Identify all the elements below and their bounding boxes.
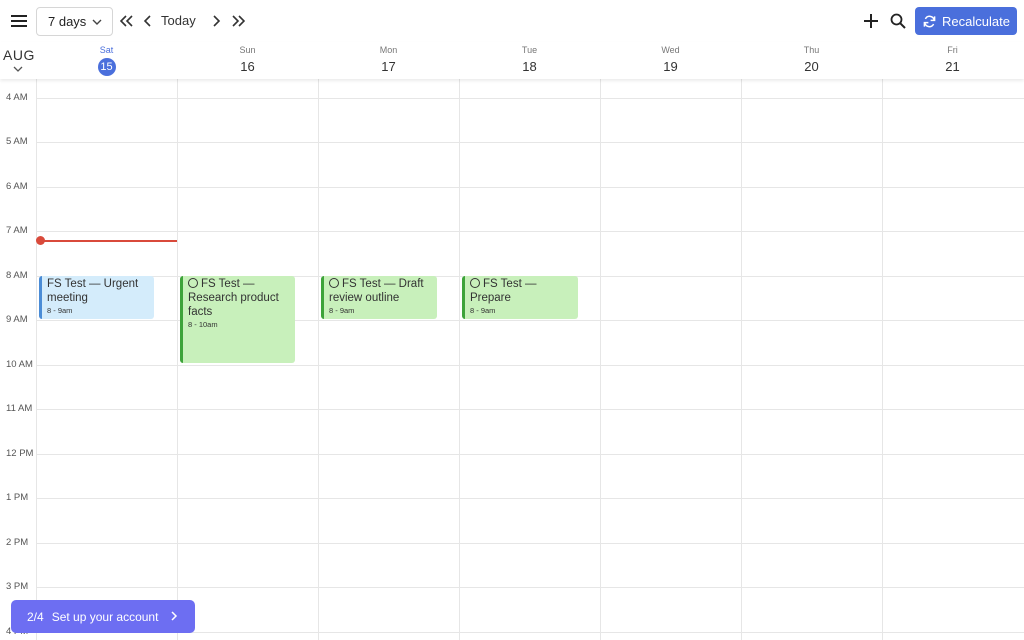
day-number: 21 [945,59,960,74]
day-number: 18 [522,59,537,74]
plus-icon[interactable] [860,10,882,32]
event-title: FS Test — Draft review outline [329,277,433,305]
recalculate-button[interactable]: Recalculate [915,7,1017,35]
day-header-mon[interactable]: Mon 17 [318,45,459,76]
setup-steps-count: 2/4 [27,609,44,624]
time-label: 5 AM [6,136,28,147]
hour-line [36,454,1024,455]
hour-line [36,587,1024,588]
time-label: 8 AM [6,270,28,281]
chevron-left-icon[interactable] [139,11,157,31]
day-name: Wed [661,45,680,55]
event-time: 8 - 9am [329,306,355,315]
column-divider [882,79,883,640]
event-research-product-facts[interactable]: FS Test — Research product facts 8 - 10a… [180,276,295,363]
hour-line [36,365,1024,366]
chevron-down-icon[interactable] [12,63,24,75]
column-divider [318,79,319,640]
day-number: 20 [804,59,819,74]
event-prepare[interactable]: FS Test — Prepare 8 - 9am [462,276,578,319]
setup-account-banner[interactable]: 2/4 Set up your account [11,600,195,633]
day-header-wed[interactable]: Wed 19 [600,45,741,76]
chevron-right-icon [171,611,178,621]
task-checkbox-icon[interactable] [188,278,198,288]
event-title: FS Test — Urgent meeting [47,278,139,304]
hour-line [36,187,1024,188]
chevron-right-icon[interactable] [207,11,225,31]
setup-banner-label: Set up your account [51,609,159,624]
time-label: 1 PM [6,492,29,503]
day-name: Fri [947,45,958,55]
column-divider [459,79,460,640]
time-label: 9 AM [6,314,28,325]
day-number: 17 [381,59,396,74]
hour-line [36,98,1024,99]
day-header: AUG Sat 15 Sun 16 Mon 17 Tue 18 Wed 19 T… [0,42,1024,79]
time-label: 7 AM [6,225,28,236]
month-label: AUG [3,47,35,63]
today-button[interactable]: Today [161,13,196,28]
event-time: 8 - 9am [47,306,73,315]
day-number: 15 [97,58,116,76]
day-number: 19 [663,59,678,74]
day-name: Sun [239,45,256,55]
toolbar: 7 days Today Recalculate [0,0,1024,42]
time-label: 3 PM [6,581,29,592]
time-label: 2 PM [6,537,29,548]
hour-line [36,409,1024,410]
day-header-sat[interactable]: Sat 15 [36,45,177,76]
hour-line [36,142,1024,143]
event-title-text: FS Test — Draft review outline [329,278,424,304]
hamburger-menu-icon[interactable] [8,10,30,32]
recalculate-label: Recalculate [942,13,1010,29]
time-label: 10 AM [6,359,33,370]
view-range-select[interactable]: 7 days [36,7,113,36]
event-time: 8 - 9am [470,306,496,315]
time-label: 4 AM [6,92,28,103]
refresh-icon [923,15,936,27]
day-number: 16 [240,59,255,74]
column-divider [177,79,178,640]
hour-line [36,498,1024,499]
column-divider [741,79,742,640]
chevron-down-icon [92,19,102,25]
calendar-grid[interactable]: 4 AM 5 AM 6 AM 7 AM 8 AM 9 AM 10 AM 11 A… [0,79,1024,640]
day-header-fri[interactable]: Fri 21 [882,45,1023,76]
day-name: Sat [99,45,114,55]
day-header-thu[interactable]: Thu 20 [741,45,882,76]
time-label: 12 PM [6,448,34,459]
day-name: Mon [379,45,398,55]
task-checkbox-icon[interactable] [470,278,480,288]
event-draft-review-outline[interactable]: FS Test — Draft review outline 8 - 9am [321,276,437,319]
view-range-value: 7 days [48,14,87,29]
current-time-line [40,240,177,242]
task-checkbox-icon[interactable] [329,278,339,288]
event-title-text: FS Test — Research product facts [188,278,279,318]
event-title: FS Test — Research product facts [188,277,291,319]
event-time: 8 - 10am [188,320,218,329]
column-divider [600,79,601,640]
event-title: FS Test — Prepare [470,277,574,305]
hour-line [36,543,1024,544]
day-name: Thu [803,45,820,55]
double-chevron-right-icon[interactable] [229,11,247,31]
current-time-dot [36,236,45,245]
time-label: 6 AM [6,181,28,192]
event-urgent-meeting[interactable]: FS Test — Urgent meeting 8 - 9am [39,276,154,319]
hour-line [36,231,1024,232]
day-header-sun[interactable]: Sun 16 [177,45,318,76]
day-name: Tue [521,45,538,55]
search-icon[interactable] [887,10,909,32]
column-divider [36,79,37,640]
time-label: 11 AM [6,403,33,414]
day-header-tue[interactable]: Tue 18 [459,45,600,76]
double-chevron-left-icon[interactable] [118,11,136,31]
